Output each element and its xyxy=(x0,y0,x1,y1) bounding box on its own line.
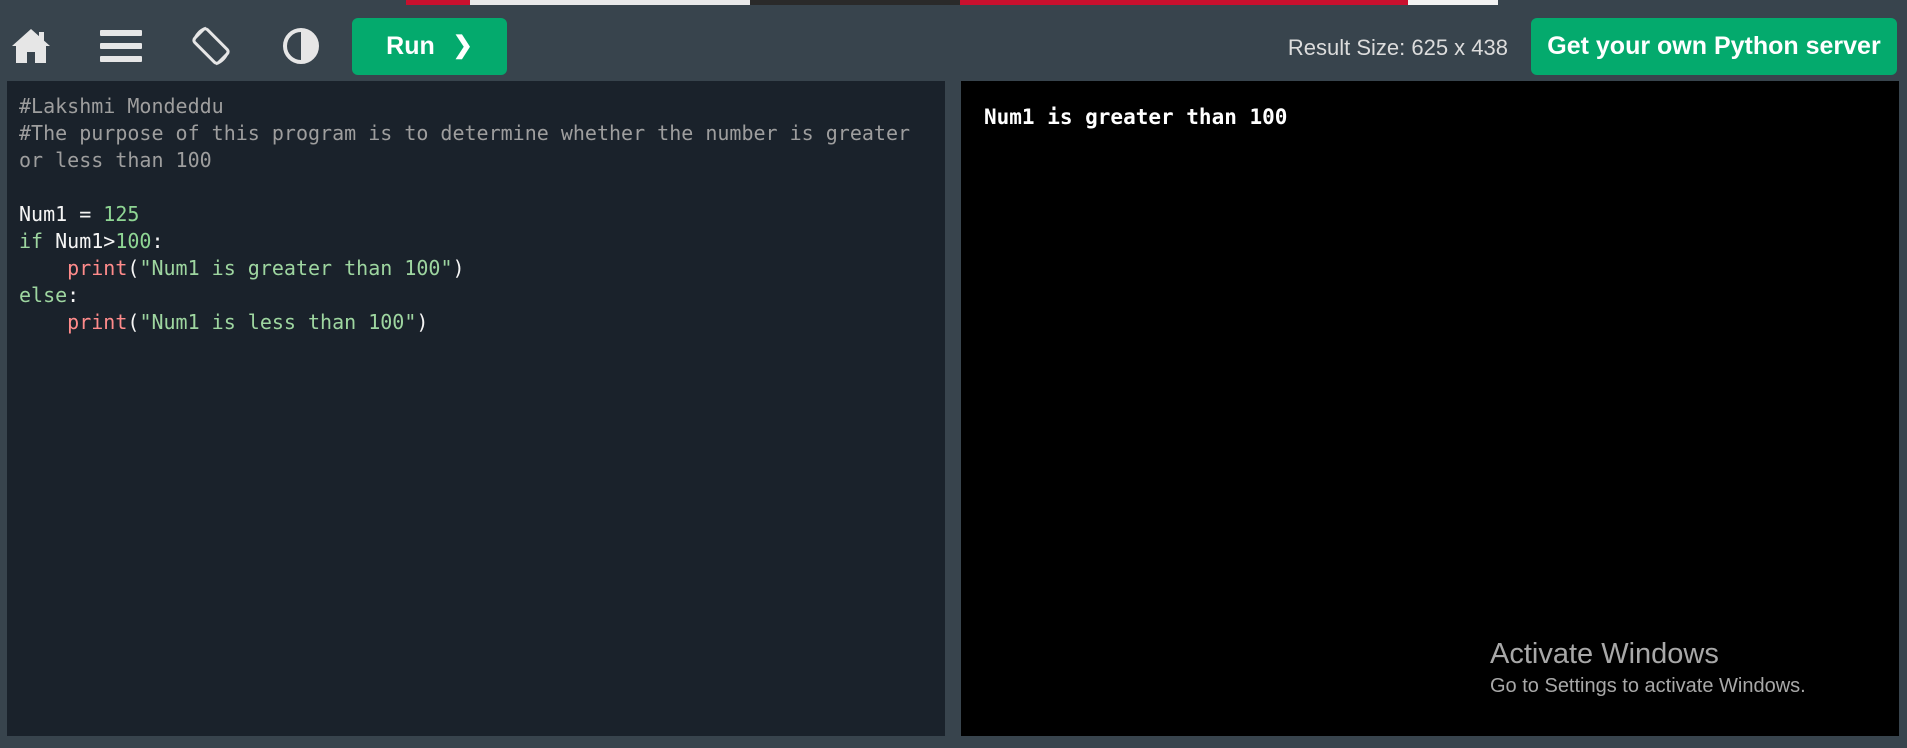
code-content[interactable]: #Lakshmi Mondeddu #The purpose of this pr… xyxy=(7,81,945,336)
code-line: if Num1>100: xyxy=(19,228,945,255)
code-function: print xyxy=(67,256,128,280)
result-size-label: Result Size: 625 x 438 xyxy=(1287,35,1508,60)
chevron-right-icon: ❯ xyxy=(452,32,473,59)
run-button[interactable]: Run ❯ xyxy=(352,18,507,75)
result-panel: Num1 is greater than 100 Activate Window… xyxy=(961,81,1899,736)
code-string: "Num1 is less than 100" xyxy=(139,310,417,334)
code-punctuation: ) xyxy=(416,310,429,334)
home-button[interactable] xyxy=(3,18,59,74)
code-line: or less than 100 xyxy=(19,147,945,174)
run-button-label: Run xyxy=(386,32,435,60)
home-icon xyxy=(12,29,50,63)
code-variable: Num1> xyxy=(43,229,116,253)
code-editor[interactable]: #Lakshmi Mondeddu #The purpose of this pr… xyxy=(7,81,945,736)
code-punctuation: ( xyxy=(127,310,140,334)
code-operator: = xyxy=(67,202,104,226)
watermark-title: Activate Windows xyxy=(1490,638,1719,670)
code-line: #Lakshmi Mondeddu xyxy=(19,93,945,120)
code-line: Num1 = 125 xyxy=(19,201,945,228)
code-number: 100 xyxy=(115,229,152,253)
code-punctuation: : xyxy=(151,229,164,253)
code-line: print("Num1 is less than 100") xyxy=(19,309,945,336)
code-punctuation: ( xyxy=(127,256,140,280)
activate-windows-watermark: Activate Windows Go to Settings to activ… xyxy=(1490,636,1806,700)
get-python-server-button[interactable]: Get your own Python server xyxy=(1531,18,1897,75)
code-comment: #The purpose of this program is to deter… xyxy=(19,121,911,145)
rotate-layout-button[interactable] xyxy=(183,18,239,74)
code-keyword: else xyxy=(19,283,68,307)
code-comment: #Lakshmi Mondeddu xyxy=(19,94,224,118)
code-line: print("Num1 is greater than 100") xyxy=(19,255,945,282)
code-punctuation: : xyxy=(67,283,80,307)
toolbar: Run ❯ Result Size: 625 x 438 Get your ow… xyxy=(0,0,1907,80)
rotate-icon xyxy=(192,26,230,66)
code-string: "Num1 is greater than 100" xyxy=(139,256,453,280)
code-punctuation: ) xyxy=(452,256,465,280)
code-number: 125 xyxy=(103,202,140,226)
code-line: else: xyxy=(19,282,945,309)
code-function: print xyxy=(67,310,128,334)
code-keyword: if xyxy=(19,229,44,253)
program-output: Num1 is greater than 100 xyxy=(984,105,1288,129)
contrast-icon xyxy=(283,28,319,64)
theme-toggle-button[interactable] xyxy=(273,18,329,74)
code-variable: Num1 xyxy=(19,202,68,226)
watermark-subtitle: Go to Settings to activate Windows. xyxy=(1490,675,1806,697)
code-comment: or less than 100 xyxy=(19,148,212,172)
menu-icon xyxy=(100,30,142,62)
code-line: #The purpose of this program is to deter… xyxy=(19,120,945,147)
menu-button[interactable] xyxy=(93,18,149,74)
